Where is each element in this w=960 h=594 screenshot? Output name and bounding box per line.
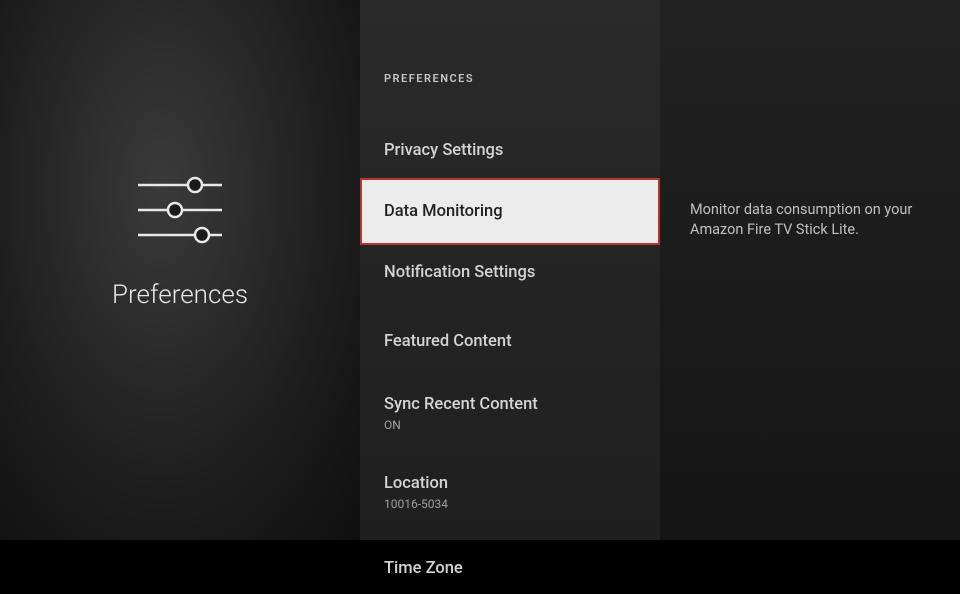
menu-item-label: Location [384,474,636,493]
menu-item-label: Privacy Settings [384,141,636,160]
middle-header: PREFERENCES [360,72,660,85]
menu-item-label: Featured Content [384,332,636,351]
left-panel: Preferences [0,0,360,540]
menu-item-sublabel: 10016-5034 [384,497,636,511]
menu-item-data-monitoring[interactable]: Data Monitoring [360,178,660,245]
item-description: Monitor data consumption on your Amazon … [690,200,936,241]
middle-panel: PREFERENCES Privacy Settings Data Monito… [360,0,660,540]
sliders-icon [130,170,230,250]
menu-item-sublabel: ON [384,418,636,432]
menu-item-label: Data Monitoring [384,202,636,221]
menu-item-sync-recent-content[interactable]: Sync Recent Content ON [360,381,660,446]
menu-item-featured-content[interactable]: Featured Content [360,316,660,367]
menu-item-notification-settings[interactable]: Notification Settings [360,247,660,298]
menu-item-label: Time Zone [384,559,636,578]
menu-item-label: Sync Recent Content [384,395,636,414]
menu-item-location[interactable]: Location 10016-5034 [360,460,660,525]
right-panel: Monitor data consumption on your Amazon … [660,0,960,540]
page-title: Preferences [112,280,248,310]
menu-list: Privacy Settings Data Monitoring Notific… [360,125,660,594]
menu-item-label: Notification Settings [384,263,636,282]
menu-item-time-zone[interactable]: Time Zone [360,543,660,594]
menu-item-privacy-settings[interactable]: Privacy Settings [360,125,660,176]
